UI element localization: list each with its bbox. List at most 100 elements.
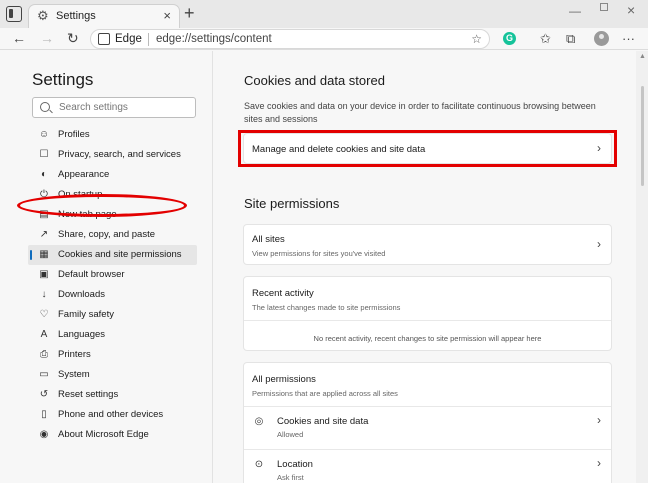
sidebar-item-appearance[interactable]: ◐ Appearance xyxy=(28,165,197,185)
all-permissions-title: All permissions xyxy=(252,374,316,385)
recent-activity-empty: No recent activity, recent changes to si… xyxy=(313,334,542,343)
tab-title: Settings xyxy=(56,10,96,22)
edge-logo-icon: ◉ xyxy=(39,429,49,440)
sidebar-item-phone-and-other-devices[interactable]: ▯ Phone and other devices xyxy=(28,405,197,425)
scrollbar-thumb[interactable] xyxy=(641,86,644,186)
favorites-icon[interactable]: ✩ xyxy=(540,31,551,46)
sidebar-item-label: Profiles xyxy=(58,129,90,140)
close-window-icon[interactable]: × xyxy=(627,2,635,18)
toolbar: ← → ↻ Edge edge://settings/content ☆ G ✩… xyxy=(0,28,648,50)
family-icon: ♡ xyxy=(39,309,49,320)
permission-title: Location xyxy=(277,459,313,470)
divider xyxy=(244,406,611,407)
chevron-right-icon: › xyxy=(597,456,601,470)
share-icon: ↗ xyxy=(39,229,49,240)
sidebar-item-share-copy-and-paste[interactable]: ↗ Share, copy, and paste xyxy=(28,225,197,245)
address-brand: Edge xyxy=(115,33,142,45)
cookie-permissions-icon: ▦ xyxy=(39,249,49,260)
sidebar-item-label: On startup xyxy=(58,189,103,200)
recent-activity-subtitle: The latest changes made to site permissi… xyxy=(252,303,401,312)
sidebar-item-label: Downloads xyxy=(58,289,105,300)
permission-status: Allowed xyxy=(277,430,304,439)
sidebar-item-about-microsoft-edge[interactable]: ◉ About Microsoft Edge xyxy=(28,425,197,445)
scroll-up-icon[interactable]: ▲ xyxy=(639,53,646,60)
sidebar-item-label: Appearance xyxy=(58,169,110,180)
permission-status: Ask first xyxy=(277,473,304,482)
cookie-icon: ◎ xyxy=(254,416,264,427)
manage-cookies-row[interactable]: Manage and delete cookies and site data … xyxy=(243,133,612,164)
close-tab-icon[interactable]: × xyxy=(163,8,171,23)
system-icon: ▭ xyxy=(39,369,49,380)
languages-icon: A xyxy=(40,329,48,340)
forward-icon[interactable]: → xyxy=(40,30,54,46)
avatar[interactable] xyxy=(594,31,609,46)
lock-icon: ☐ xyxy=(39,149,49,160)
sidebar-item-label: Family safety xyxy=(58,309,114,320)
phone-icon: ▯ xyxy=(41,409,47,420)
maximize-icon[interactable] xyxy=(600,3,608,11)
all-sites-title: All sites xyxy=(252,234,285,245)
new-tab-button[interactable]: + xyxy=(184,4,195,22)
sidebar-item-label: Languages xyxy=(58,329,106,340)
site-info-icon[interactable] xyxy=(98,33,110,45)
sidebar-item-privacy-search-and-services[interactable]: ☐ Privacy, search, and services xyxy=(28,145,197,165)
manage-cookies-label: Manage and delete cookies and site data xyxy=(252,144,426,155)
sidebar-item-downloads[interactable]: ↓ Downloads xyxy=(28,285,197,305)
divider xyxy=(244,449,611,450)
power-icon: ⏻ xyxy=(40,189,48,200)
scrollbar[interactable]: ▲ xyxy=(636,51,648,483)
location-icon: ⊙ xyxy=(254,459,264,470)
sidebar-item-label: Printers xyxy=(58,349,91,360)
sidebar-item-label: About Microsoft Edge xyxy=(58,429,149,440)
chevron-right-icon: › xyxy=(597,141,601,155)
add-favorite-icon[interactable]: ☆ xyxy=(471,32,482,46)
address-bar[interactable]: Edge edge://settings/content ☆ xyxy=(90,29,490,49)
sidebar-item-printers[interactable]: ⎙ Printers xyxy=(28,345,197,365)
url-text[interactable]: edge://settings/content xyxy=(156,33,272,45)
grammarly-extension-icon[interactable]: G xyxy=(503,32,516,45)
refresh-icon[interactable]: ↻ xyxy=(67,30,79,46)
site-permissions-heading: Site permissions xyxy=(244,196,340,211)
sidebar-item-label: Default browser xyxy=(58,269,125,280)
permission-row-cookies-and-site-data[interactable]: ◎ Cookies and site data Allowed › xyxy=(244,411,611,453)
sidebar-item-cookies-and-site-permissions[interactable]: ▦ Cookies and site permissions xyxy=(28,245,197,265)
sidebar-item-label: New tab page xyxy=(58,209,117,220)
recent-activity-title: Recent activity xyxy=(252,288,314,299)
permission-title: Cookies and site data xyxy=(277,416,369,427)
chevron-right-icon: › xyxy=(597,237,601,251)
browser-icon: ▣ xyxy=(39,269,49,280)
sidebar-item-family-safety[interactable]: ♡ Family safety xyxy=(28,305,197,325)
back-icon[interactable]: ← xyxy=(12,30,26,46)
profile-icon: ☺ xyxy=(38,129,50,140)
settings-sidebar: Settings ☺ Profiles ☐ Privacy, search, and … xyxy=(0,51,213,483)
minimize-icon[interactable]: — xyxy=(569,4,581,18)
sidebar-item-profiles[interactable]: ☺ Profiles xyxy=(28,125,197,145)
sidebar-item-label: Share, copy, and paste xyxy=(58,229,155,240)
all-permissions-card: All permissions Permissions that are app… xyxy=(243,362,612,483)
sidebar-item-label: System xyxy=(58,369,90,380)
sidebar-item-default-browser[interactable]: ▣ Default browser xyxy=(28,265,197,285)
sidebar-item-system[interactable]: ▭ System xyxy=(28,365,197,385)
sidebar-item-reset-settings[interactable]: ↺ Reset settings xyxy=(28,385,197,405)
sidebar-item-new-tab-page[interactable]: ▤ New tab page xyxy=(28,205,197,225)
search-input[interactable] xyxy=(59,100,189,115)
search-box[interactable] xyxy=(32,97,196,118)
permission-row-location[interactable]: ⊙ Location Ask first › xyxy=(244,454,611,483)
appearance-icon: ◐ xyxy=(40,169,48,180)
address-separator xyxy=(148,33,149,46)
tab-actions-icon[interactable] xyxy=(6,6,22,22)
collections-icon[interactable]: ⧉ xyxy=(566,31,575,46)
main-content: Cookies and data stored Save cookies and… xyxy=(214,51,634,483)
sidebar-item-label: Reset settings xyxy=(58,389,119,400)
sidebar-item-languages[interactable]: A Languages xyxy=(28,325,197,345)
more-menu-icon[interactable]: ··· xyxy=(622,31,635,46)
all-permissions-subtitle: Permissions that are applied across all … xyxy=(252,389,398,398)
recent-activity-card: Recent activity The latest changes made … xyxy=(243,276,612,351)
sidebar-item-label: Cookies and site permissions xyxy=(58,249,182,260)
tab-settings[interactable]: ⚙ Settings × xyxy=(28,4,180,28)
all-sites-row[interactable]: All sites View permissions for sites you… xyxy=(243,224,612,265)
download-icon: ↓ xyxy=(41,289,47,300)
all-sites-subtitle: View permissions for sites you've visite… xyxy=(252,249,386,258)
sidebar-title: Settings xyxy=(32,70,94,89)
sidebar-item-on-startup[interactable]: ⏻ On startup xyxy=(28,185,197,205)
